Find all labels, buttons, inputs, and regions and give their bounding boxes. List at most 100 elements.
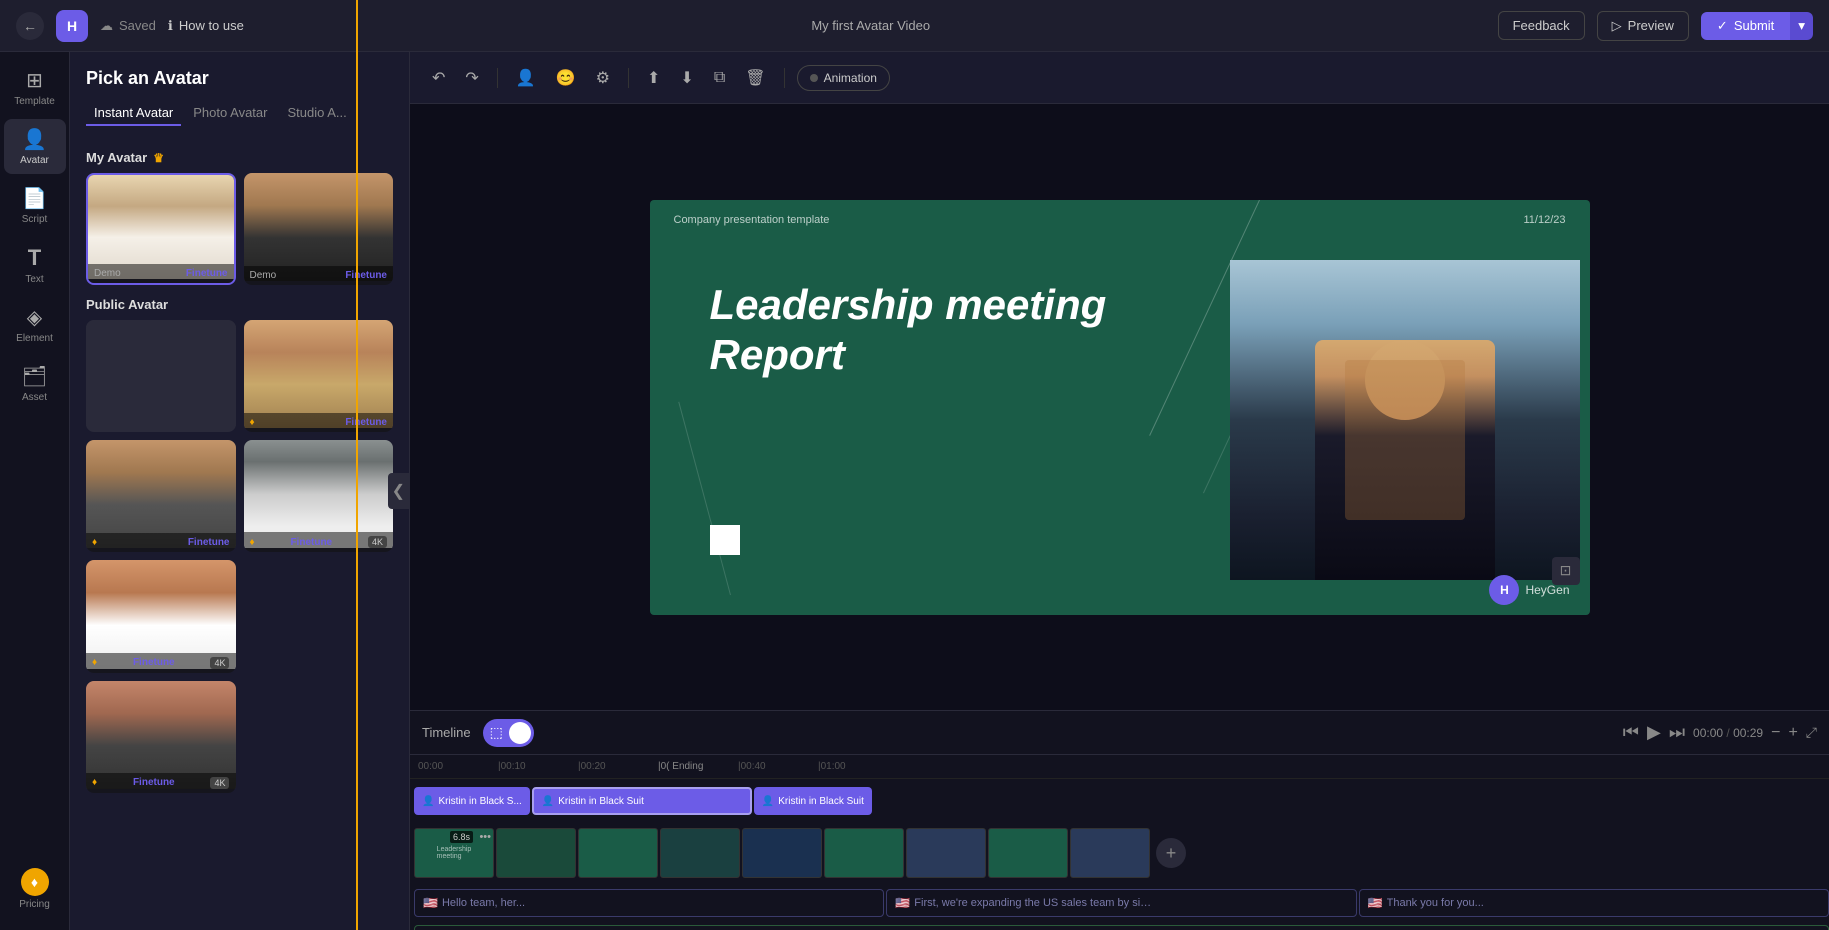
avatar-timeline-track: 👤 Kristin in Black S... 👤 Kristin in Bla…: [410, 783, 1829, 819]
slide-thumbnails-row: Leadershipmeeting 6.8s ••• +: [414, 826, 1186, 880]
audio-segment-2[interactable]: 🇺🇸 First, we're expanding the US sales t…: [886, 889, 1356, 917]
avatar-segment-3[interactable]: 👤 Kristin in Black Suit: [754, 787, 872, 815]
avatar-icon-track-3: 👤: [762, 796, 774, 807]
asset-icon: 🗂: [22, 364, 47, 389]
top-bar-left: ← H ☁ Saved ℹ How to use: [16, 10, 244, 42]
timeline-toggle[interactable]: ⬚: [483, 719, 534, 747]
slide-thumb-options[interactable]: •••: [479, 831, 491, 843]
avatar-card-public-1[interactable]: [86, 320, 236, 432]
undo-button[interactable]: ↶: [426, 62, 451, 94]
add-slide-button[interactable]: +: [1156, 838, 1186, 868]
expand-timeline-button[interactable]: ⤢: [1806, 724, 1817, 741]
public-avatar-section-title: Public Avatar: [86, 297, 393, 312]
zoom-in-button[interactable]: +: [1788, 724, 1797, 742]
flag-icon-2: 🇺🇸: [895, 896, 910, 910]
crown-small-icon-3: ♦: [92, 537, 97, 548]
timeline-controls: ⏮ ▶ ⏭ 00:00 / 00:29 −: [1623, 722, 1817, 743]
bgm-timeline-track: ♪ bgm - 10%.WAV: [410, 923, 1829, 930]
avatar-segment-1[interactable]: 👤 Kristin in Black S...: [414, 787, 530, 815]
ruler-mark-5: |01:00: [818, 761, 898, 772]
sidebar-item-pricing[interactable]: ♦ Pricing: [4, 860, 66, 918]
skip-back-button[interactable]: ⏮: [1623, 722, 1639, 743]
sidebar-item-script[interactable]: 📄 Script: [4, 178, 66, 233]
cloud-icon: ☁: [100, 18, 113, 34]
avatar-card-public-5[interactable]: ♦ Finetune 4K: [86, 560, 236, 672]
zoom-fit-icon: ⊡: [1552, 557, 1580, 585]
slide-thumb-1[interactable]: Leadershipmeeting 6.8s •••: [414, 828, 494, 878]
avatar-card-public-6[interactable]: ♦ Finetune 4K: [86, 681, 236, 793]
slide-thumb-3[interactable]: [578, 828, 658, 878]
layer-down-button[interactable]: ⬇: [674, 62, 699, 94]
delete-button[interactable]: 🗑: [739, 62, 771, 94]
avatar-card-2[interactable]: Demo Finetune: [244, 173, 394, 285]
crown-small-icon-4: ♦: [250, 537, 255, 548]
layer-up-icon: ⬆: [647, 68, 660, 88]
back-button[interactable]: ←: [16, 12, 44, 40]
submit-button[interactable]: ✓ Submit: [1701, 12, 1790, 40]
top-bar-right: Feedback ▷ Preview ✓ Submit ▾: [1498, 11, 1813, 41]
sidebar-item-avatar[interactable]: 👤 Avatar: [4, 119, 66, 174]
canvas-area: ↶ ↷ 👤 😊 ⚙ ⬆ ⬇ ⧉: [410, 52, 1829, 930]
copy-button[interactable]: ⧉: [708, 63, 731, 93]
project-title: My first Avatar Video: [811, 18, 930, 33]
heygen-logo-icon: H: [1489, 575, 1519, 605]
tab-photo-avatar[interactable]: Photo Avatar: [185, 101, 275, 126]
avatar-tabs: Instant Avatar Photo Avatar Studio A...: [86, 101, 393, 126]
timeline-tracks[interactable]: 👤 Kristin in Black S... 👤 Kristin in Bla…: [410, 779, 1829, 930]
sidebar-item-element[interactable]: ◈ Element: [4, 297, 66, 352]
feedback-button[interactable]: Feedback: [1498, 11, 1585, 40]
slide-thumb-5[interactable]: [742, 828, 822, 878]
layer-up-button[interactable]: ⬆: [641, 62, 666, 94]
layer-down-icon: ⬇: [680, 68, 693, 88]
play-button[interactable]: ▶: [1647, 722, 1661, 743]
audio-segment-1[interactable]: 🇺🇸 Hello team, her...: [414, 889, 884, 917]
slide-thumb-6[interactable]: [824, 828, 904, 878]
audio-timeline-track: 🇺🇸 Hello team, her... 🇺🇸 First, we're ex…: [410, 887, 1829, 919]
panel-collapse-button[interactable]: ❮: [388, 473, 409, 509]
zoom-out-button[interactable]: −: [1771, 724, 1780, 742]
how-to-use-button[interactable]: ℹ How to use: [168, 18, 244, 34]
tab-instant-avatar[interactable]: Instant Avatar: [86, 101, 181, 126]
slide-thumb-9[interactable]: [1070, 828, 1150, 878]
skip-forward-button[interactable]: ⏭: [1669, 722, 1685, 743]
submit-dropdown-button[interactable]: ▾: [1790, 12, 1813, 40]
avatar-figure: [1315, 340, 1495, 580]
settings-icon: ⚙: [596, 68, 610, 88]
avatar-hair: [1345, 360, 1465, 520]
avatar-card-public-4[interactable]: ♦ Finetune 4K: [244, 440, 394, 552]
sidebar-item-asset[interactable]: 🗂 Asset: [4, 356, 66, 411]
avatar-badge-1: Demo Finetune: [88, 264, 234, 283]
canvas-zoom-button[interactable]: ⊡: [1552, 557, 1580, 585]
slide-thumb-7[interactable]: [906, 828, 986, 878]
redo-button[interactable]: ↷: [459, 62, 484, 94]
tab-studio-avatar[interactable]: Studio A...: [279, 101, 354, 126]
sidebar-item-template[interactable]: ⊞ Template: [4, 60, 66, 115]
diagonal-line-3: [678, 401, 731, 594]
animation-button[interactable]: Animation: [797, 65, 890, 91]
skip-back-icon: ⏮: [1623, 722, 1639, 742]
slide-thumb-4[interactable]: [660, 828, 740, 878]
bgm-segment[interactable]: ♪ bgm - 10%.WAV: [414, 925, 1829, 930]
settings-toolbar-button[interactable]: ⚙: [590, 62, 616, 94]
avatar-card-public-2[interactable]: ♦ Finetune: [244, 320, 394, 432]
slide-thumb-8[interactable]: [988, 828, 1068, 878]
timeline-header: Timeline ⬚ ⏮ ▶ ⏭: [410, 711, 1829, 755]
toolbar-divider-3: [784, 68, 785, 88]
avatar-card-public-3[interactable]: ♦ Finetune: [86, 440, 236, 552]
person-toolbar-button[interactable]: 👤: [510, 62, 542, 94]
time-display: 00:00 / 00:29: [1693, 726, 1763, 740]
skip-forward-icon: ⏭: [1669, 722, 1685, 742]
preview-button[interactable]: ▷ Preview: [1597, 11, 1689, 41]
saved-badge: ☁ Saved: [100, 18, 156, 34]
avatar-scroll-area[interactable]: My Avatar ♛ Demo Finetune: [70, 138, 409, 930]
slide-thumb-2[interactable]: [496, 828, 576, 878]
avatar-card-1[interactable]: Demo Finetune: [86, 173, 236, 285]
slide-canvas[interactable]: Company presentation template 11/12/23 L…: [650, 200, 1590, 615]
avatar-segment-2[interactable]: 👤 Kristin in Black Suit: [532, 787, 752, 815]
timeline-label: Timeline: [422, 725, 471, 740]
sidebar-item-text[interactable]: T Text: [4, 237, 66, 293]
ruler-mark-2: |00:20: [578, 761, 658, 772]
submit-group: ✓ Submit ▾: [1701, 12, 1813, 40]
audio-segment-3[interactable]: 🇺🇸 Thank you for you...: [1359, 889, 1829, 917]
emoji-toolbar-button[interactable]: 😊: [550, 62, 582, 94]
